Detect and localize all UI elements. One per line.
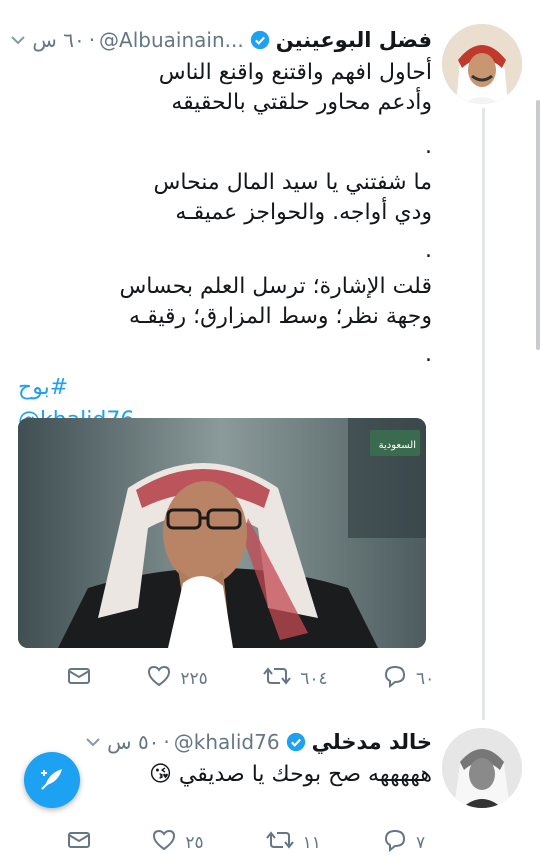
tweet-line: ما شفتني يا سيد المال منحاس <box>153 170 432 195</box>
like-icon[interactable] <box>151 828 177 857</box>
tweet-actions: ٦٠ ٦٠٤ ٢٢٥ <box>66 664 436 693</box>
tweet-line: هههههه صح بوحك يا صديقي <box>178 762 432 787</box>
verified-badge-icon <box>286 732 306 752</box>
retweet-icon[interactable] <box>262 664 292 693</box>
dm-icon[interactable] <box>66 665 92 692</box>
tweet-text: أحاول افهم واقتنع واقنع الناس وأدعم محاو… <box>18 58 432 370</box>
reply-action[interactable]: ٧ <box>382 828 436 857</box>
scrollbar[interactable] <box>536 100 540 350</box>
like-icon[interactable] <box>146 664 172 693</box>
hashtag-link[interactable]: #بوح <box>18 372 432 404</box>
like-action[interactable]: ٢٢٥ <box>146 664 208 693</box>
reply-action[interactable]: ٦٠ <box>382 664 436 693</box>
compose-feather-icon <box>37 763 67 797</box>
tweet-line: . <box>425 342 432 367</box>
dm-action[interactable] <box>66 665 92 692</box>
tweet-line: وجهة نظر؛ وسط المزارق؛ رقيقـه <box>129 304 432 329</box>
retweet-count: ٦٠٤ <box>300 668 328 689</box>
tweet[interactable]: فضل البوعينين @Albuainain... · ٦٠ س أحاو… <box>11 22 432 438</box>
tweet[interactable]: خالد مدخلي @khalid76 · ٥٠ س هههههه صح بو… <box>18 724 432 790</box>
tweet-line: ودي أواجه. والحواجز عميقـه <box>175 200 432 225</box>
timestamp[interactable]: ٥٠ س <box>107 730 159 754</box>
chevron-down-icon[interactable] <box>10 34 26 46</box>
author-name[interactable]: خالد مدخلي <box>312 730 432 754</box>
retweet-action[interactable]: ١١ <box>265 828 323 857</box>
like-action[interactable]: ٢٥ <box>151 828 205 857</box>
dm-icon[interactable] <box>66 829 92 856</box>
avatar[interactable] <box>442 24 522 104</box>
media-channel-logo: السعودية <box>379 440 416 451</box>
tweet-media-image[interactable]: السعودية <box>18 418 426 648</box>
author-handle[interactable]: @khalid76 <box>174 730 280 754</box>
tweet-actions: ٧ ١١ ٢٥ <box>66 828 436 857</box>
reply-icon[interactable] <box>382 664 408 693</box>
avatar-image <box>442 728 522 808</box>
tweet-line: . <box>425 238 432 263</box>
retweet-icon[interactable] <box>265 828 295 857</box>
tweet-line: وأدعم محاور حلقتي بالحقيقه <box>171 90 432 115</box>
tweet-header: خالد مدخلي @khalid76 · ٥٠ س <box>18 724 432 760</box>
verified-badge-icon <box>250 30 270 50</box>
author-name[interactable]: فضل البوعينين <box>276 28 432 52</box>
chevron-down-icon[interactable] <box>85 736 101 748</box>
tweet-line: أحاول افهم واقتنع واقنع الناس <box>158 60 432 85</box>
like-count: ٢٢٥ <box>180 668 208 689</box>
reply-icon[interactable] <box>382 828 408 857</box>
timestamp[interactable]: ٦٠ س <box>32 28 84 52</box>
avatar[interactable] <box>442 728 522 808</box>
compose-tweet-button[interactable] <box>24 752 80 808</box>
reply-count: ٦٠ <box>415 668 435 689</box>
avatar-image <box>442 24 522 104</box>
separator-dot: · <box>88 28 96 52</box>
dm-action[interactable] <box>66 829 92 856</box>
retweet-count: ١١ <box>302 832 321 853</box>
tweet-line: قلت الإشارة؛ ترسل العلم بحساس <box>119 274 432 299</box>
author-handle[interactable]: @Albuainain... <box>99 28 244 52</box>
media-photo: السعودية <box>18 418 426 648</box>
like-count: ٢٥ <box>185 832 204 853</box>
tweet-line: . <box>425 134 432 159</box>
thread-connector-line <box>482 108 485 720</box>
kiss-emoji: 😘 <box>148 762 172 787</box>
retweet-action[interactable]: ٦٠٤ <box>262 664 328 693</box>
tweet-header: فضل البوعينين @Albuainain... · ٦٠ س <box>11 22 432 58</box>
reply-count: ٧ <box>415 832 426 853</box>
separator-dot: · <box>163 730 170 754</box>
tweet-text: هههههه صح بوحك يا صديقي 😘 <box>18 760 432 790</box>
